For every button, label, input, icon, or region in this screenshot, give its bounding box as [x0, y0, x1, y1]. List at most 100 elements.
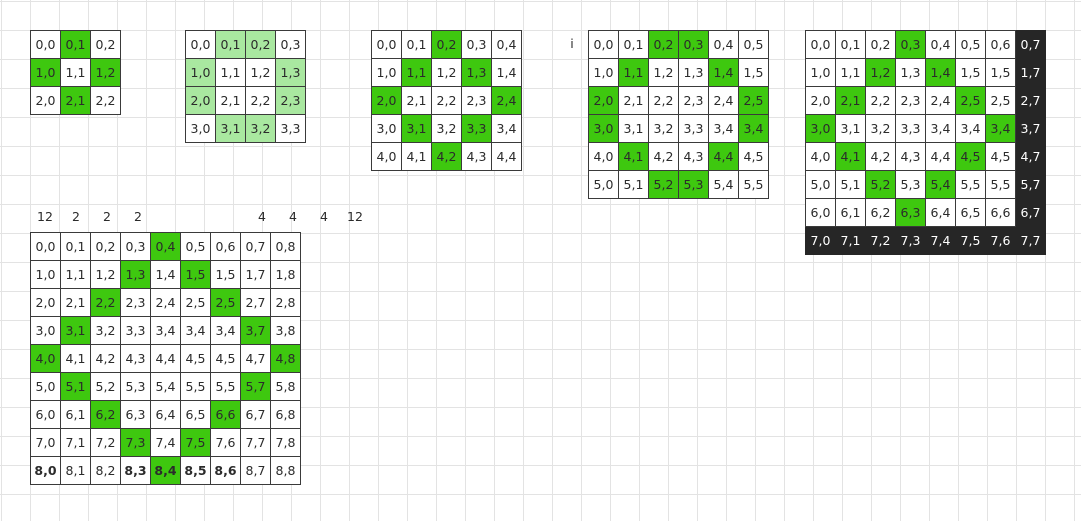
grid-cell: 3,4	[985, 114, 1016, 143]
grid-cell: 5,1	[618, 170, 649, 199]
grid-cell: 1,7	[240, 260, 271, 289]
grid-cell: 2,4	[491, 86, 522, 115]
grid-row: 5,0 5,1 5,2 5,3 5,4 5,5 5,5 5,7 5,8	[30, 372, 301, 401]
grid-cell: 1,8	[270, 260, 301, 289]
grid-cell: 3,0	[371, 114, 402, 143]
grid-cell: 0,2	[648, 30, 679, 59]
grid-cell: 0,1	[215, 30, 246, 59]
grid-cell: 0,7	[240, 232, 271, 261]
grid-row: 6,0 6,1 6,2 6,3 6,4 6,5 6,6 6,7 6,8	[30, 400, 301, 429]
grid-cell: 7,7	[1015, 226, 1046, 255]
grid-cell: 0,1	[618, 30, 649, 59]
grid-cell: 0,0	[185, 30, 216, 59]
grid-cell: 7,2	[90, 428, 121, 457]
grid-cell: 1,7	[1015, 58, 1046, 87]
grid-cell: 5,7	[1015, 170, 1046, 199]
grid-cell: 7,1	[835, 226, 866, 255]
grid-row: 3,0 3,1 3,2 3,3 3,4 3,4 3,4 3,7 3,8	[30, 316, 301, 345]
grid-cell: 7,1	[60, 428, 91, 457]
grid-cell: 2,1	[401, 86, 432, 115]
grid-cell: 0,6	[210, 232, 241, 261]
column-count-label: 2	[103, 209, 111, 224]
grid-5x5: 0,0 0,1 0,2 0,3 0,4 1,0 1,1 1,2 1,3 1,4 2,0 2,1 2,2 2…	[371, 30, 522, 171]
grid-cell: 4,1	[60, 344, 91, 373]
grid-cell: 2,7	[1015, 86, 1046, 115]
grid-cell: 4,3	[461, 142, 492, 171]
grid-cell: 1,1	[215, 58, 246, 87]
grid-row: 3,0 3,1 3,2 3,3	[185, 114, 306, 143]
grid-cell: 2,3	[461, 86, 492, 115]
grid-cell: 4,4	[150, 344, 181, 373]
grid-cell: 3,1	[401, 114, 432, 143]
grid-row: 7,0 7,1 7,2 7,3 7,4 7,5 7,6 7,7	[805, 226, 1046, 255]
grid-cell: 5,3	[678, 170, 709, 199]
index-marker-i: i	[570, 36, 574, 51]
grid-cell: 5,0	[30, 372, 61, 401]
grid-cell: 5,5	[210, 372, 241, 401]
grid-cell: 8,8	[270, 456, 301, 485]
grid-cell: 3,2	[648, 114, 679, 143]
grid-cell: 3,1	[618, 114, 649, 143]
grid-cell: 0,5	[955, 30, 986, 59]
grid-cell: 1,5	[738, 58, 769, 87]
grid-row: 2,0 2,1 2,2	[30, 86, 121, 115]
grid-row: 5,0 5,1 5,2 5,3 5,4 5,5 5,5 5,7	[805, 170, 1046, 199]
grid-cell: 3,4	[150, 316, 181, 345]
grid-cell: 5,0	[805, 170, 836, 199]
grid-cell: 2,0	[371, 86, 402, 115]
grid-cell: 0,1	[401, 30, 432, 59]
grid-cell: 4,4	[708, 142, 739, 171]
grid-row: 1,0 1,1 1,2 1,3	[185, 58, 306, 87]
grid-cell: 5,3	[120, 372, 151, 401]
grid-cell: 2,4	[150, 288, 181, 317]
grid-cell: 0,0	[371, 30, 402, 59]
column-count-label: 4	[258, 209, 266, 224]
grid-cell: 3,3	[461, 114, 492, 143]
grid-cell: 7,0	[805, 226, 836, 255]
grid-cell: 4,5	[985, 142, 1016, 171]
grid-cell: 2,8	[270, 288, 301, 317]
grid-cell: 5,4	[150, 372, 181, 401]
grid-cell: 0,1	[60, 232, 91, 261]
grid-cell: 4,5	[210, 344, 241, 373]
grid-cell: 7,3	[120, 428, 151, 457]
grid-cell: 3,4	[708, 114, 739, 143]
grid-cell: 6,0	[805, 198, 836, 227]
grid-cell: 4,3	[120, 344, 151, 373]
grid-cell: 7,5	[955, 226, 986, 255]
grid-row: 0,0 0,1 0,2	[30, 30, 121, 59]
grid-cell: 6,4	[925, 198, 956, 227]
grid-9x9: 0,0 0,1 0,2 0,3 0,4 0,5 0,6 0,7 0,8 1,0 1,1 1,2 1,3 1…	[30, 232, 301, 485]
grid-cell: 0,2	[90, 30, 121, 59]
grid-cell: 3,4	[210, 316, 241, 345]
grid-cell: 1,2	[865, 58, 896, 87]
grid-cell: 4,2	[648, 142, 679, 171]
grid-row: 1,0 1,1 1,2 1,3 1,4 1,5	[588, 58, 769, 87]
grid-cell: 2,1	[215, 86, 246, 115]
grid-cell: 4,8	[270, 344, 301, 373]
grid-cell: 6,4	[150, 400, 181, 429]
grid-cell: 2,1	[618, 86, 649, 115]
grid-cell: 3,1	[215, 114, 246, 143]
grid-cell: 0,0	[805, 30, 836, 59]
grid-cell: 1,5	[210, 260, 241, 289]
grid-cell: 0,4	[708, 30, 739, 59]
grid-cell: 7,8	[270, 428, 301, 457]
grid-cell: 3,3	[895, 114, 926, 143]
grid-row: 2,0 2,1 2,2 2,3 2,4 2,5 2,5 2,7 2,8	[30, 288, 301, 317]
grid-cell: 0,0	[588, 30, 619, 59]
grid-cell: 4,2	[865, 142, 896, 171]
grid-cell: 2,2	[245, 86, 276, 115]
grid-cell: 8,0	[30, 456, 61, 485]
grid-cell: 3,4	[925, 114, 956, 143]
grid-cell: 7,2	[865, 226, 896, 255]
grid-cell: 2,0	[30, 288, 61, 317]
grid-row: 6,0 6,1 6,2 6,3 6,4 6,5 6,6 6,7	[805, 198, 1046, 227]
grid-row: 0,0 0,1 0,2 0,3 0,4 0,5	[588, 30, 769, 59]
grid-cell: 2,1	[60, 288, 91, 317]
grid-cell: 4,7	[240, 344, 271, 373]
grid-row: 1,0 1,1 1,2 1,3 1,4 1,5 1,5 1,7 1,8	[30, 260, 301, 289]
grid-cell: 2,7	[240, 288, 271, 317]
grid-cell: 5,8	[270, 372, 301, 401]
grid-row: 2,0 2,1 2,2 2,3	[185, 86, 306, 115]
